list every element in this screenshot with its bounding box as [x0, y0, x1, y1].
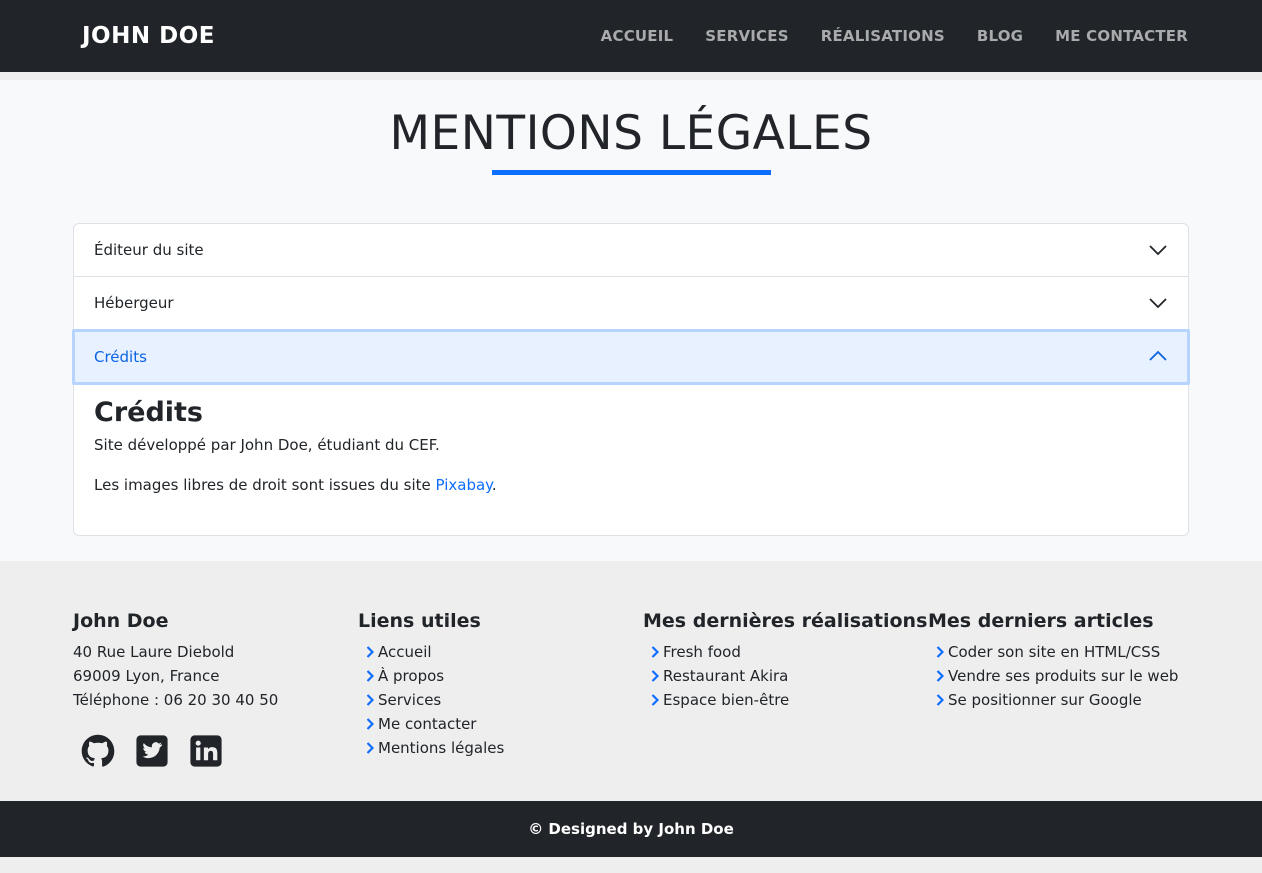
credits-text-1: Site développé par John Doe, étudiant du… [94, 436, 440, 454]
chevron-right-icon [651, 670, 659, 682]
accordion-label: Hébergeur [94, 294, 174, 312]
footer-link-a-propos[interactable]: À propos [358, 664, 504, 688]
footer-article-label: Se positionner sur Google [948, 691, 1142, 709]
footer-links-title: Liens utiles [358, 610, 481, 632]
accordion-label: Crédits [94, 348, 147, 366]
page-title: MENTIONS LÉGALES [389, 106, 873, 161]
footer-articles: Mes derniers articles Coder son site en … [928, 609, 1178, 712]
social-links [81, 734, 278, 768]
title-underline [492, 170, 771, 175]
footer-project-link[interactable]: Espace bien-être [643, 688, 927, 712]
chevron-right-icon [366, 646, 374, 658]
linkedin-icon[interactable] [189, 734, 223, 768]
accordion-item-editeur[interactable]: Éditeur du site [74, 224, 1188, 277]
footer-project-link[interactable]: Fresh food [643, 640, 927, 664]
footer-link-label: Me contacter [378, 715, 477, 733]
chevron-right-icon [651, 646, 659, 658]
footer-article-link[interactable]: Se positionner sur Google [928, 688, 1178, 712]
chevron-right-icon [651, 694, 659, 706]
footer-link-services[interactable]: Services [358, 688, 504, 712]
nav-item-blog[interactable]: BLOG [977, 26, 1023, 46]
credits-heading: Crédits [94, 397, 204, 428]
credits-text-2-suffix: . [491, 476, 497, 494]
footer-address-line2: 69009 Lyon, France [73, 667, 220, 685]
chevron-right-icon [366, 670, 374, 682]
footer-link-label: Mentions légales [378, 739, 505, 757]
credits-text-2: Les images libres de droit sont issues d… [94, 474, 1164, 496]
accordion-item-credits[interactable]: Crédits [72, 329, 1190, 385]
footer-address-line1: 40 Rue Laure Diebold [73, 643, 235, 661]
accordion: Éditeur du site Hébergeur Crédits Crédit… [72, 223, 1190, 536]
copyright-text: © Designed by John Doe [528, 820, 734, 838]
twitter-icon[interactable] [135, 734, 169, 768]
chevron-up-icon [1149, 350, 1167, 361]
main-nav: ACCUEIL SERVICES RÉALISATIONS BLOG ME CO… [601, 26, 1188, 46]
chevron-down-icon [1149, 245, 1167, 256]
accordion-label: Éditeur du site [94, 241, 204, 259]
main-content: MENTIONS LÉGALES Éditeur du site Héberge… [0, 80, 1262, 561]
footer-link-accueil[interactable]: Accueil [358, 640, 504, 664]
footer-links: Liens utiles Accueil À propos Services M… [358, 609, 504, 760]
github-icon[interactable] [81, 734, 115, 768]
footer-contact: John Doe 40 Rue Laure Diebold 69009 Lyon… [73, 609, 278, 768]
footer-phone: Téléphone : 06 20 30 40 50 [73, 691, 279, 709]
footer-link-me-contacter[interactable]: Me contacter [358, 712, 504, 736]
pixabay-link[interactable]: Pixabay [436, 476, 492, 494]
chevron-right-icon [366, 694, 374, 706]
nav-item-accueil[interactable]: ACCUEIL [601, 26, 674, 46]
footer-article-link[interactable]: Coder son site en HTML/CSS [928, 640, 1178, 664]
nav-item-realisations[interactable]: RÉALISATIONS [821, 26, 945, 46]
brand-logo[interactable]: JOHN DOE [82, 22, 215, 50]
footer-articles-title: Mes derniers articles [928, 610, 1154, 632]
footer-project-label: Restaurant Akira [663, 667, 789, 685]
footer-article-link[interactable]: Vendre ses produits sur le web [928, 664, 1178, 688]
chevron-right-icon [936, 670, 944, 682]
chevron-right-icon [366, 718, 374, 730]
nav-item-me-contacter[interactable]: ME CONTACTER [1055, 26, 1188, 46]
chevron-right-icon [366, 742, 374, 754]
chevron-right-icon [936, 646, 944, 658]
copyright-bar: © Designed by John Doe [0, 801, 1262, 857]
footer-link-label: À propos [378, 667, 445, 685]
footer-link-label: Accueil [378, 643, 432, 661]
footer-project-label: Fresh food [663, 643, 741, 661]
footer-article-label: Coder son site en HTML/CSS [948, 643, 1161, 661]
footer: John Doe 40 Rue Laure Diebold 69009 Lyon… [0, 561, 1262, 801]
footer-link-mentions-legales[interactable]: Mentions légales [358, 736, 504, 760]
nav-item-services[interactable]: SERVICES [705, 26, 788, 46]
footer-projects-title: Mes dernières réalisations [643, 610, 928, 632]
footer-contact-title: John Doe [73, 610, 169, 632]
footer-link-label: Services [378, 691, 442, 709]
accordion-body-credits: Crédits Site développé par John Doe, étu… [94, 396, 1164, 496]
credits-text-2-prefix: Les images libres de droit sont issues d… [94, 476, 436, 494]
footer-projects: Mes dernières réalisations Fresh food Re… [643, 609, 927, 712]
navbar: JOHN DOE ACCUEIL SERVICES RÉALISATIONS B… [0, 0, 1262, 72]
footer-project-link[interactable]: Restaurant Akira [643, 664, 927, 688]
footer-project-label: Espace bien-être [663, 691, 790, 709]
accordion-item-hebergeur[interactable]: Hébergeur [74, 277, 1188, 330]
chevron-down-icon [1149, 298, 1167, 309]
chevron-right-icon [936, 694, 944, 706]
footer-article-label: Vendre ses produits sur le web [948, 667, 1179, 685]
page-bottom-strip [0, 857, 1262, 873]
